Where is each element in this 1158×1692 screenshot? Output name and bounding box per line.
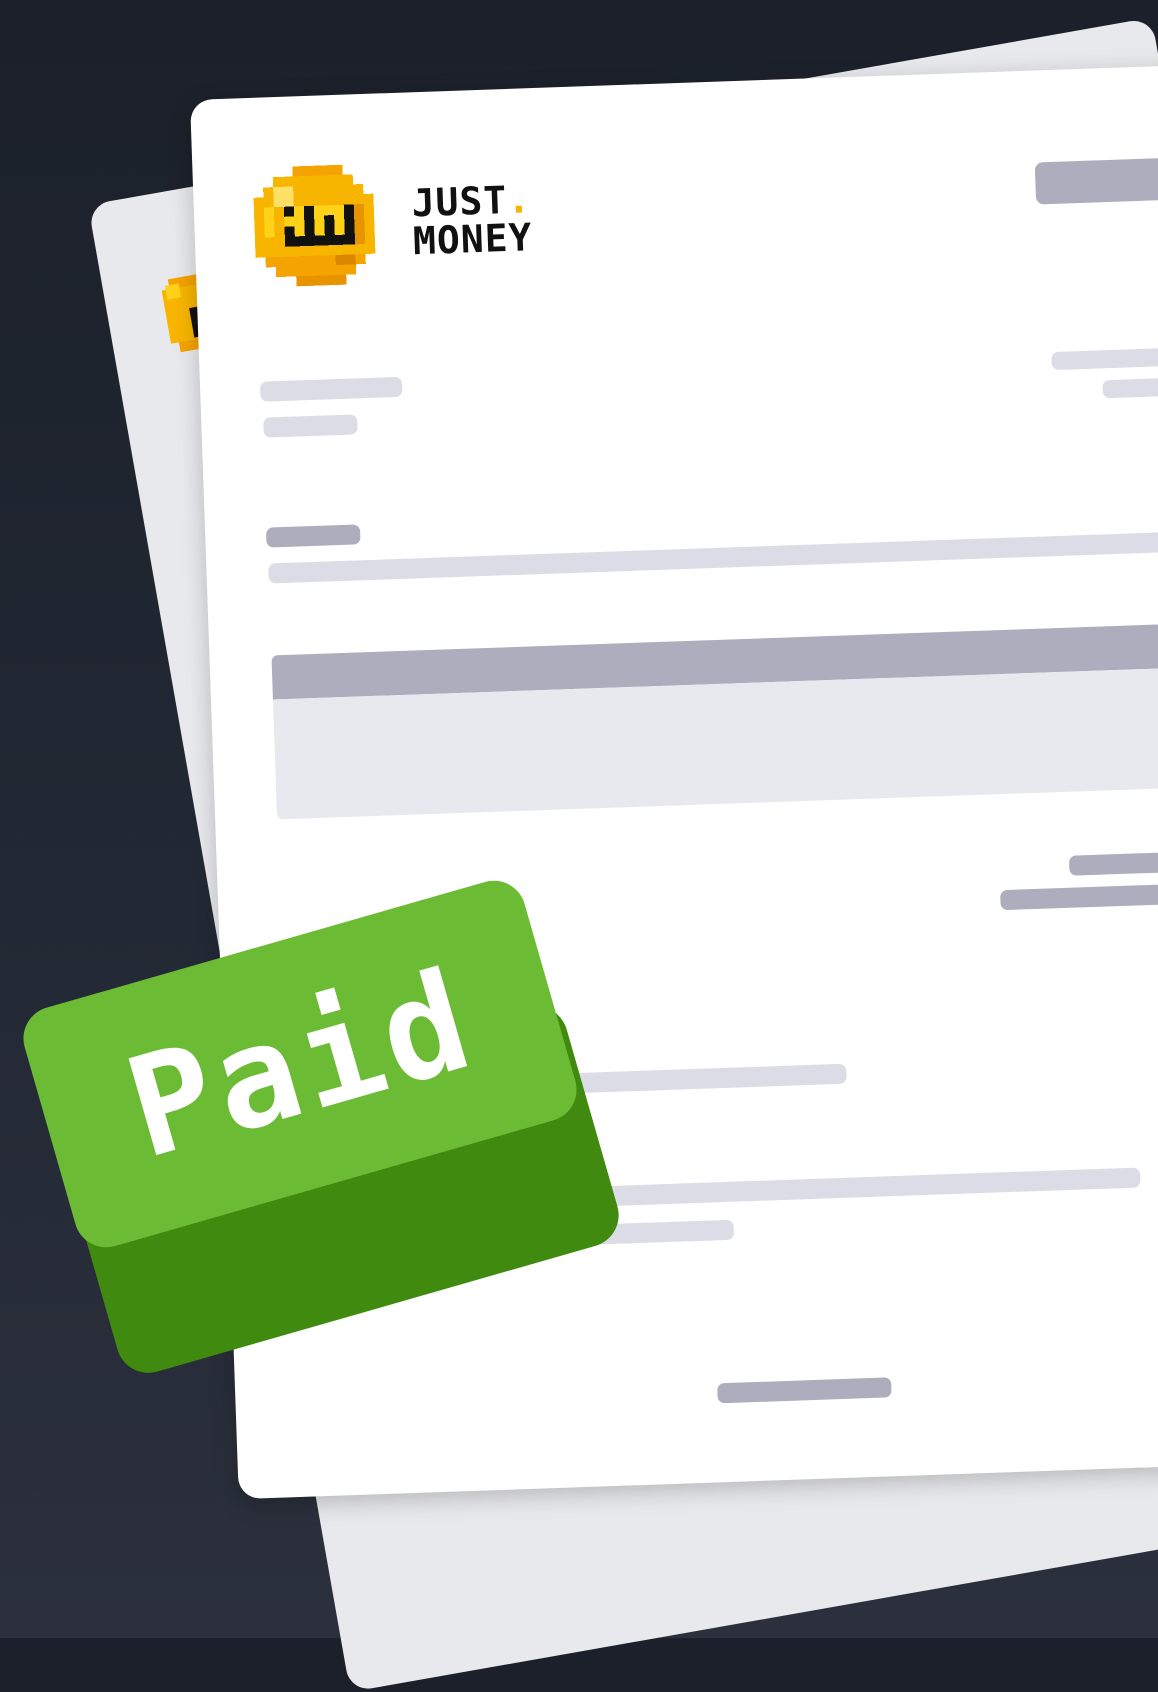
right-placeholder-line [1051, 345, 1158, 371]
paid-stamp-label: Paid [110, 938, 490, 1190]
total-placeholder-line [1000, 880, 1158, 911]
brand-wordmark: JUST. MONEY [411, 177, 534, 264]
brand-logo: JUST. MONEY [252, 158, 533, 288]
header-placeholder-bar [1034, 155, 1158, 205]
jm-coin-logo-icon [253, 164, 376, 287]
total-placeholder-line [1068, 848, 1158, 876]
right-placeholder-line [1102, 375, 1158, 399]
section-placeholder-label [265, 524, 361, 548]
section-placeholder-line [268, 528, 1158, 584]
brand-line2: MONEY [412, 215, 534, 264]
footer-placeholder-line [717, 1377, 892, 1404]
sender-placeholder-line [263, 414, 358, 438]
sender-placeholder-line [259, 376, 403, 402]
